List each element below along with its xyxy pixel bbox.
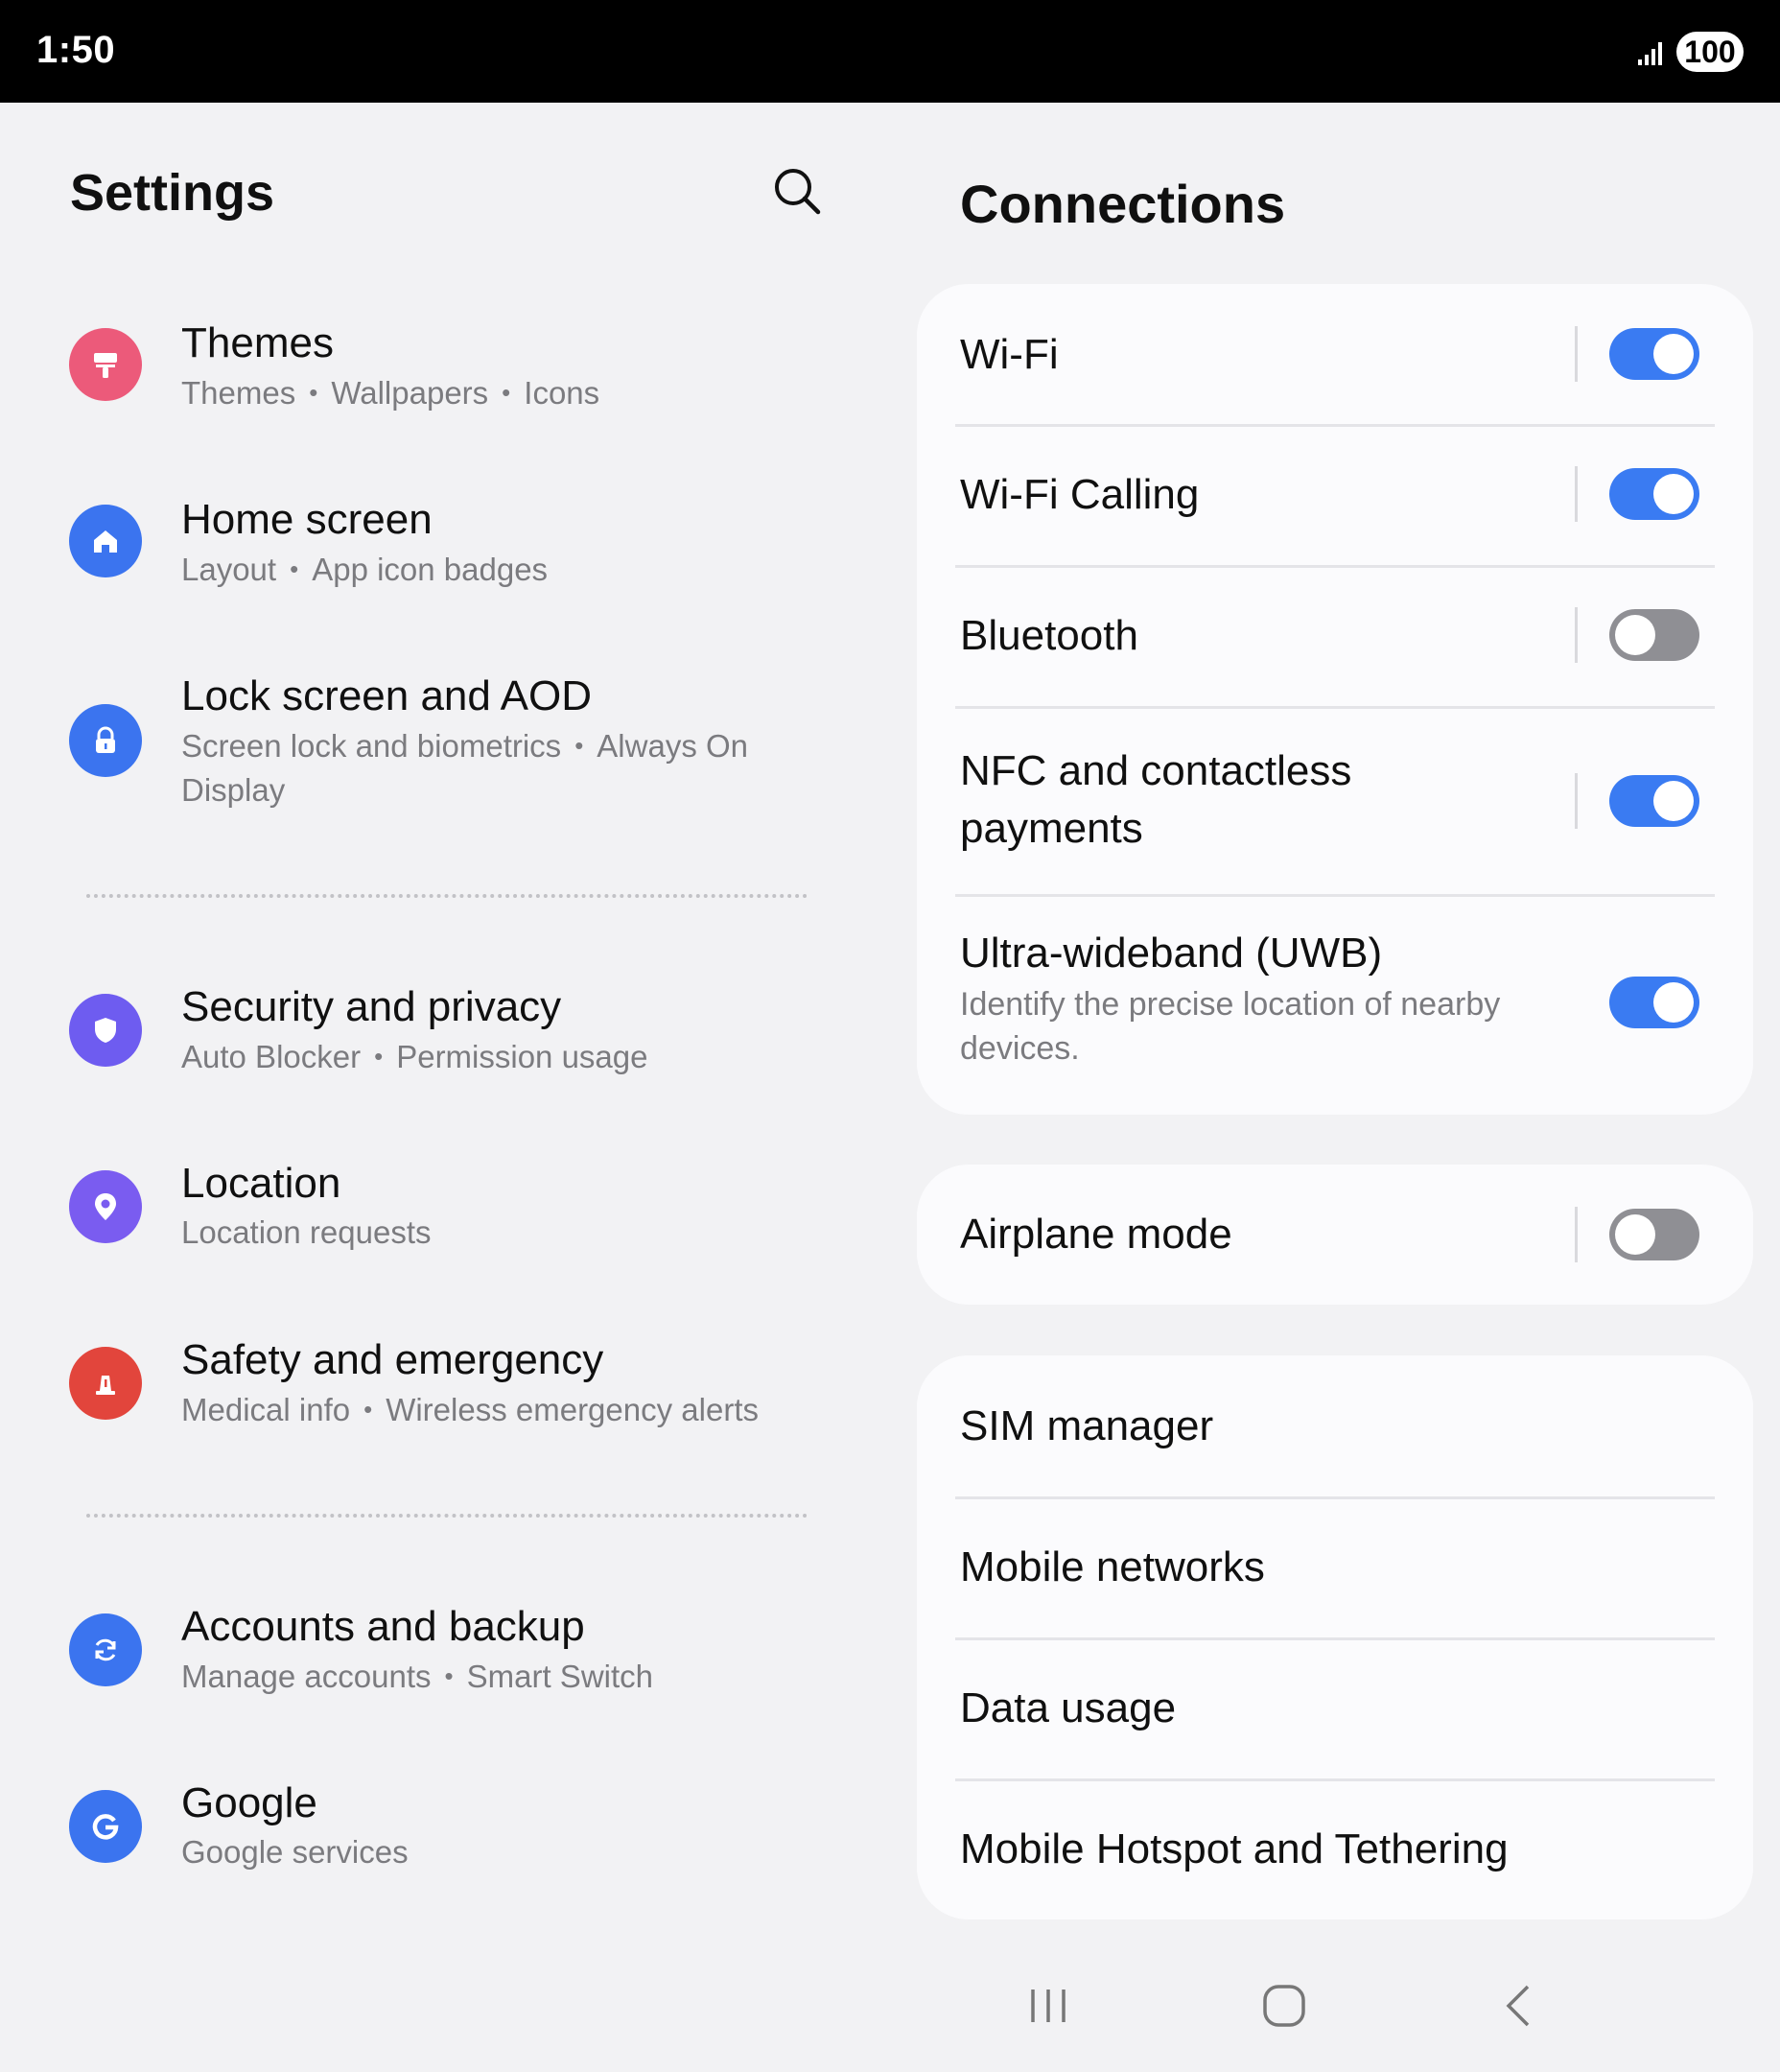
back-icon[interactable] bbox=[1496, 1982, 1544, 2030]
row-hotspot-tethering[interactable]: Mobile Hotspot and Tethering bbox=[917, 1780, 1753, 1919]
wifi-calling-toggle[interactable] bbox=[1609, 468, 1699, 520]
row-label: Mobile networks bbox=[960, 1543, 1265, 1590]
menu-item-location[interactable]: Location Location requests bbox=[69, 1157, 817, 1272]
airplane-card: Airplane mode bbox=[917, 1165, 1753, 1305]
paint-roller-icon bbox=[69, 328, 142, 401]
row-nfc[interactable]: NFC and contactless payments bbox=[917, 708, 1753, 895]
menu-item-security[interactable]: Security and privacy Auto Blocker • Permis… bbox=[69, 980, 817, 1095]
row-airplane-mode[interactable]: Airplane mode bbox=[917, 1165, 1753, 1305]
menu-item-google[interactable]: Google Google services bbox=[69, 1777, 817, 1892]
row-label: SIM manager bbox=[960, 1402, 1214, 1449]
home-button-icon[interactable] bbox=[1260, 1982, 1308, 2030]
vertical-divider bbox=[1575, 326, 1578, 382]
emergency-icon bbox=[69, 1347, 142, 1420]
menu-item-subtitle: Auto Blocker • Permission usage bbox=[181, 1039, 648, 1074]
network-card: SIM manager Mobile networks Data usage M… bbox=[917, 1355, 1753, 1919]
google-icon bbox=[69, 1790, 142, 1863]
row-label: NFC and contactless payments bbox=[960, 747, 1352, 852]
menu-item-title: Location bbox=[181, 1160, 341, 1207]
menu-item-safety-emergency[interactable]: Safety and emergency Medical info • Wirele… bbox=[69, 1333, 817, 1448]
row-label: Wi-Fi Calling bbox=[960, 471, 1200, 518]
shield-icon bbox=[69, 994, 142, 1067]
vertical-divider bbox=[1575, 773, 1578, 829]
menu-item-themes[interactable]: Themes Themes • Wallpapers • Icons bbox=[69, 317, 817, 432]
menu-item-subtitle: Themes • Wallpapers • Icons bbox=[181, 375, 600, 411]
menu-item-lock-screen[interactable]: Lock screen and AOD Screen lock and biom… bbox=[69, 670, 817, 823]
search-icon[interactable] bbox=[771, 165, 823, 217]
row-label: Data usage bbox=[960, 1684, 1177, 1731]
menu-item-subtitle: Layout • App icon badges bbox=[181, 552, 549, 587]
vertical-divider bbox=[1575, 466, 1578, 522]
sync-icon bbox=[69, 1613, 142, 1686]
menu-item-home-screen[interactable]: Home screen Layout • App icon badges bbox=[69, 493, 817, 608]
nfc-toggle[interactable] bbox=[1609, 775, 1699, 827]
row-sim-manager[interactable]: SIM manager bbox=[917, 1355, 1753, 1496]
menu-item-accounts-backup[interactable]: Accounts and backup Manage accounts • Smar… bbox=[69, 1600, 817, 1715]
row-bluetooth[interactable]: Bluetooth bbox=[917, 567, 1753, 707]
menu-item-subtitle: Screen lock and biometrics • Always On Disp… bbox=[181, 728, 749, 808]
wifi-toggle[interactable] bbox=[1609, 328, 1699, 380]
row-wifi[interactable]: Wi-Fi bbox=[917, 284, 1753, 425]
menu-item-subtitle: Manage accounts • Smart Switch bbox=[181, 1659, 653, 1694]
section-title: Connections bbox=[960, 174, 1286, 234]
signal-bars-icon bbox=[1638, 42, 1662, 65]
row-label: Wi-Fi bbox=[960, 331, 1059, 378]
menu-item-title: Lock screen and AOD bbox=[181, 672, 593, 719]
menu-item-subtitle: Medical info • Wireless emergency alerts bbox=[181, 1392, 759, 1427]
row-data-usage[interactable]: Data usage bbox=[917, 1639, 1753, 1778]
row-wifi-calling[interactable]: Wi-Fi Calling bbox=[917, 426, 1753, 566]
row-label: Airplane mode bbox=[960, 1211, 1232, 1258]
row-label: Bluetooth bbox=[960, 612, 1138, 659]
section-divider bbox=[86, 1514, 808, 1518]
lock-icon bbox=[69, 704, 142, 777]
vertical-divider bbox=[1575, 607, 1578, 663]
menu-item-title: Google bbox=[181, 1779, 317, 1826]
page-title: Settings bbox=[70, 164, 275, 222]
status-bar: 1:50 100 bbox=[0, 0, 1780, 103]
battery-indicator: 100 bbox=[1676, 32, 1744, 72]
row-label: Mobile Hotspot and Tethering bbox=[960, 1825, 1509, 1872]
status-time: 1:50 bbox=[36, 29, 116, 71]
connections-card: Wi-Fi Wi-Fi Calling Bluetooth NFC and co… bbox=[917, 284, 1753, 1115]
uwb-toggle[interactable] bbox=[1609, 977, 1699, 1028]
menu-item-subtitle: Google services bbox=[181, 1834, 409, 1870]
row-description: Identify the precise location of nearby d… bbox=[960, 986, 1501, 1067]
menu-item-subtitle: Location requests bbox=[181, 1214, 432, 1250]
row-label: Ultra-wideband (UWB) bbox=[960, 930, 1383, 977]
recents-icon[interactable] bbox=[1024, 1982, 1072, 2030]
menu-item-title: Safety and emergency bbox=[181, 1336, 604, 1383]
menu-item-title: Security and privacy bbox=[181, 983, 562, 1030]
section-divider bbox=[86, 894, 808, 898]
location-pin-icon bbox=[69, 1170, 142, 1243]
menu-item-title: Home screen bbox=[181, 496, 433, 543]
airplane-mode-toggle[interactable] bbox=[1609, 1209, 1699, 1260]
bluetooth-toggle[interactable] bbox=[1609, 609, 1699, 661]
vertical-divider bbox=[1575, 1207, 1578, 1262]
menu-item-title: Themes bbox=[181, 319, 334, 366]
row-mobile-networks[interactable]: Mobile networks bbox=[917, 1498, 1753, 1637]
menu-item-title: Accounts and backup bbox=[181, 1603, 585, 1650]
home-icon bbox=[69, 505, 142, 577]
row-uwb[interactable]: Ultra-wideband (UWB) Identify the precis… bbox=[917, 896, 1753, 1115]
